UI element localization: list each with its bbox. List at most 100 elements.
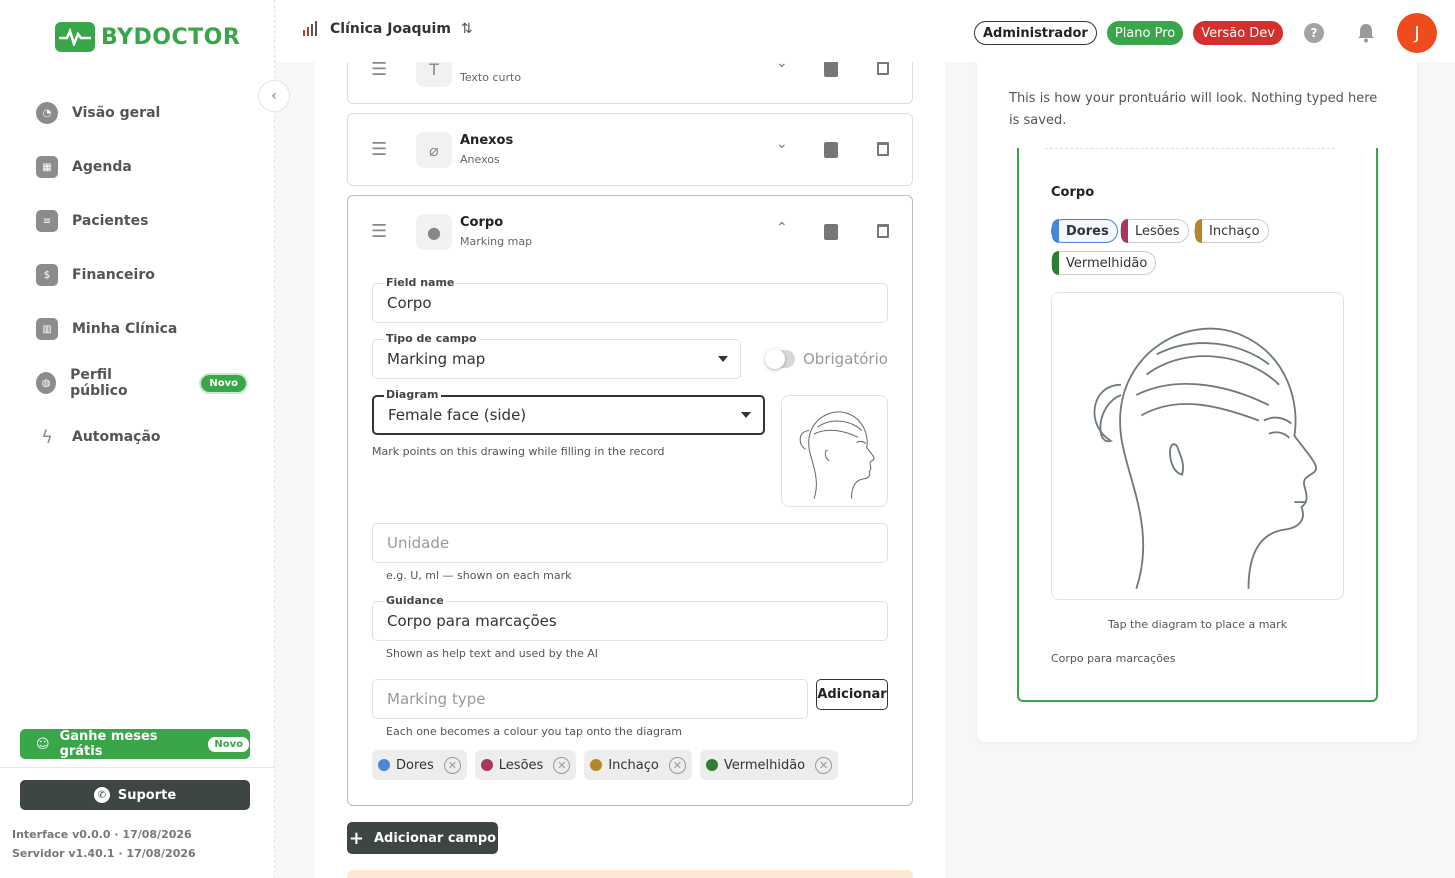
marking-chip-lesoes: Lesões ✕	[474, 750, 577, 780]
chip-label: Dores	[1066, 223, 1109, 239]
sidebar-item-financeiro[interactable]: $ Financeiro	[36, 248, 246, 302]
chevron-up-icon[interactable]: ⌃	[776, 220, 788, 236]
clinic-name: Clínica Joaquim	[330, 21, 451, 37]
interface-version: Interface v0.0.0 · 17/08/2026	[12, 828, 192, 841]
plan-badge: Plano Pro	[1106, 21, 1184, 45]
color-bar	[1052, 219, 1059, 243]
avatar[interactable]: J	[1397, 13, 1437, 53]
globe-icon: ◍	[36, 372, 57, 394]
app-logo[interactable]: BYDOCTOR	[55, 22, 240, 52]
guidance-helper: Shown as help text and used by the AI	[386, 647, 599, 660]
divider	[1045, 148, 1335, 149]
marking-type-input[interactable]: Marking type	[372, 679, 808, 719]
female-face-side-diagram	[799, 411, 875, 499]
chevron-down-icon[interactable]: ⌄	[776, 136, 788, 152]
field-type-subtitle: Anexos	[460, 153, 500, 166]
sidebar-item-label: Pacientes	[72, 213, 149, 229]
copy-icon[interactable]	[824, 61, 838, 77]
drag-handle-icon[interactable]: ☰	[371, 59, 387, 80]
clinic-switcher[interactable]: Clínica Joaquim ⇅	[302, 20, 473, 38]
sidebar-item-visao-geral[interactable]: ◔ Visão geral	[36, 86, 246, 140]
diagram-select[interactable]: Female face (side)	[372, 395, 765, 435]
paperclip-icon: ⌀	[416, 132, 452, 168]
chip-label: Vermelhidão	[1066, 255, 1148, 271]
color-bar	[1121, 219, 1128, 243]
top-header: Clínica Joaquim ⇅ Administrador Plano Pr…	[276, 0, 1455, 62]
trash-icon[interactable]	[877, 142, 889, 156]
trash-icon[interactable]	[877, 224, 889, 238]
sidebar-item-pacientes[interactable]: ≡ Pacientes	[36, 194, 246, 248]
preview-chip-dores[interactable]: Dores	[1051, 219, 1118, 243]
marking-chips: Dores ✕ Lesões ✕ Inchaço ✕ Vermelhidão ✕	[372, 750, 839, 780]
field-name-label: Field name	[384, 276, 457, 289]
sidebar-item-label: Minha Clínica	[72, 321, 178, 337]
preview-guidance: Corpo para marcações	[1051, 652, 1176, 665]
preview-chip-vermelhidao[interactable]: Vermelhidão	[1051, 251, 1157, 275]
diagram-helper: Mark points on this drawing while fillin…	[372, 445, 665, 458]
sidebar-item-label: Automação	[72, 429, 161, 445]
whatsapp-icon: ✆	[93, 787, 110, 803]
chip-label: Vermelhidão	[723, 757, 806, 773]
sidebar-nav: ◔ Visão geral ▦ Agenda ≡ Pacientes $ Fin…	[36, 86, 246, 464]
guidance-input[interactable]: Corpo para marcações	[372, 601, 888, 641]
chip-label: Lesões	[498, 757, 544, 773]
drag-handle-icon[interactable]: ☰	[371, 221, 387, 242]
version-badge: Versão Dev	[1193, 21, 1283, 45]
bell-icon	[1358, 24, 1374, 43]
chevron-left-icon: ‹	[271, 88, 277, 104]
field-card-anexos[interactable]: ☰ ⌀ Anexos Anexos ⌄	[347, 113, 913, 186]
chip-label: Dores	[396, 757, 434, 773]
add-marking-button[interactable]: Adicionar	[816, 679, 888, 710]
field-name-input[interactable]: Corpo	[372, 283, 888, 323]
free-months-button[interactable]: ☺ Ganhe meses grátis Novo	[20, 729, 250, 759]
gift-icon: ☺	[36, 736, 50, 752]
sidebar-item-automacao[interactable]: ϟ Automação	[36, 410, 246, 464]
chip-label: Inchaço	[608, 757, 659, 773]
marking-chip-dores: Dores ✕	[372, 750, 467, 780]
unit-helper: e.g. U, ml — shown on each mark	[386, 569, 572, 582]
sidebar-item-label: Visão geral	[72, 105, 161, 121]
help-button[interactable]: ?	[1293, 15, 1335, 51]
copy-icon[interactable]	[824, 224, 838, 240]
remove-chip-icon[interactable]: ✕	[815, 756, 833, 774]
add-field-label: Adicionar campo	[373, 830, 497, 846]
remove-chip-icon[interactable]: ✕	[553, 756, 571, 774]
sidebar-item-agenda[interactable]: ▦ Agenda	[36, 140, 246, 194]
money-bag-icon: $	[36, 264, 58, 286]
field-title: Anexos	[460, 133, 514, 148]
required-toggle[interactable]	[765, 349, 795, 369]
copy-icon[interactable]	[824, 142, 838, 158]
add-field-button[interactable]: + Adicionar campo	[347, 822, 498, 854]
remove-chip-icon[interactable]: ✕	[668, 756, 686, 774]
sidebar-item-minha-clinica[interactable]: ▥ Minha Clínica	[36, 302, 246, 356]
header-badges: Administrador Plano Pro Versão Dev ? J	[973, 13, 1455, 53]
preview-chip-lesoes[interactable]: Lesões	[1120, 219, 1189, 243]
preview-chip-inchaco[interactable]: Inchaço	[1194, 219, 1269, 243]
field-type-subtitle: Marking map	[460, 235, 533, 248]
trash-icon[interactable]	[877, 61, 889, 75]
help-icon: ?	[1304, 23, 1324, 43]
id-card-icon: ≡	[36, 210, 58, 232]
server-version: Servidor v1.40.1 · 17/08/2026	[12, 847, 196, 860]
field-type-select[interactable]: Marking map	[372, 339, 741, 379]
support-button[interactable]: ✆ Suporte	[20, 780, 250, 810]
new-badge: Novo	[201, 374, 246, 392]
collapse-sidebar-button[interactable]: ‹	[258, 80, 290, 112]
diagram-thumbnail[interactable]	[781, 395, 888, 507]
sidebar-item-label: Perfil público	[70, 367, 128, 399]
new-badge: Novo	[207, 735, 250, 753]
notifications-button[interactable]	[1345, 15, 1387, 51]
support-label: Suporte	[117, 787, 177, 803]
diagram-label: Diagram	[384, 388, 441, 401]
remove-chip-icon[interactable]: ✕	[443, 756, 461, 774]
unit-input[interactable]: Unidade	[372, 523, 888, 563]
female-face-side-diagram	[1093, 327, 1317, 590]
drag-handle-icon[interactable]: ☰	[371, 139, 387, 160]
preview-diagram[interactable]	[1051, 292, 1344, 600]
chip-label: Lesões	[1135, 223, 1180, 239]
field-type-value: Marking map	[387, 350, 486, 368]
sidebar: BYDOCTOR ◔ Visão geral ▦ Agenda ≡ Pacien…	[0, 0, 275, 878]
sidebar-item-perfil-publico[interactable]: ◍ Perfil público Novo	[36, 356, 246, 410]
plus-icon: +	[348, 827, 364, 849]
swap-arrows-icon[interactable]: ⇅	[461, 21, 473, 37]
